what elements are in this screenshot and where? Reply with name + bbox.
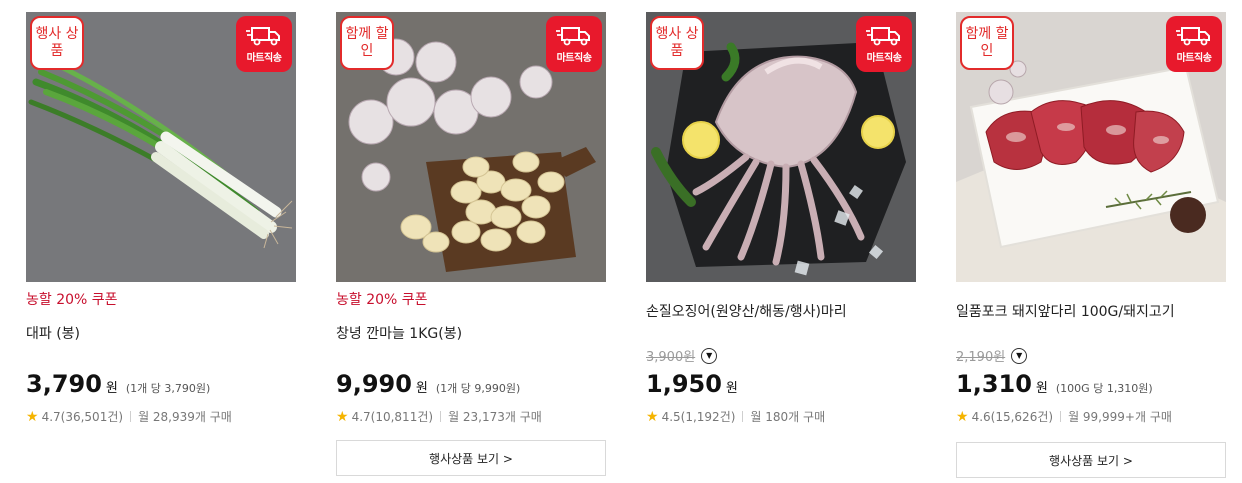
- product-card[interactable]: 함께 할인 마트직송: [336, 12, 606, 282]
- product-name[interactable]: 손질오징어(원양산/해동/행사)마리: [646, 301, 847, 321]
- product-image[interactable]: 행사 상품 마트직송: [646, 12, 916, 282]
- rating-value: 4.5: [661, 409, 681, 424]
- rating-value: 4.6: [971, 409, 991, 424]
- review-count: (10,811건): [370, 410, 434, 424]
- original-price: 2,190원 ▼: [956, 346, 1028, 365]
- price-value: 3,790: [26, 370, 102, 398]
- original-price-value: 3,900원: [646, 350, 696, 365]
- price: 3,790 원 (1개 당 3,790원): [26, 370, 210, 398]
- price-value: 1,310: [956, 370, 1032, 398]
- event-badge: 행사 상품: [650, 16, 704, 70]
- product-name[interactable]: 창녕 깐마늘 1KG(봉): [336, 323, 462, 343]
- mart-delivery-badge: 마트직송: [236, 16, 292, 72]
- monthly-purchases: 월 99,999+개 구매: [1068, 410, 1172, 424]
- chevron-down-icon[interactable]: ▼: [701, 347, 718, 364]
- rating-row: ★ 4.6 (15,626건) 월 99,999+개 구매: [956, 408, 1172, 425]
- truck-icon: [246, 26, 280, 45]
- unit-price: (1개 당 9,990원): [435, 382, 521, 395]
- unit-price: (100G 당 1,310원): [1055, 382, 1153, 395]
- price-value: 9,990: [336, 370, 412, 398]
- star-icon: ★: [956, 408, 969, 425]
- coupon-label: 농할 20% 쿠폰: [336, 292, 428, 308]
- unit-price: (1개 당 3,790원): [125, 382, 211, 395]
- review-count: (36,501건): [60, 410, 124, 424]
- event-badge: 함께 할인: [340, 16, 394, 70]
- rating-row: ★ 4.7 (10,811건) 월 23,173개 구매: [336, 408, 542, 425]
- delivery-label: 마트직송: [246, 52, 282, 64]
- event-badge: 행사 상품: [30, 16, 84, 70]
- monthly-purchases: 월 23,173개 구매: [448, 410, 542, 424]
- delivery-label: 마트직송: [866, 52, 902, 64]
- star-icon: ★: [26, 408, 39, 425]
- delivery-label: 마트직송: [556, 52, 592, 64]
- currency-unit: 원: [725, 381, 738, 396]
- price: 1,950 원: [646, 370, 738, 398]
- product-name[interactable]: 대파 (봉): [26, 323, 80, 343]
- rating-value: 4.7: [41, 409, 61, 424]
- original-price: 3,900원 ▼: [646, 346, 718, 365]
- truck-icon: [556, 26, 590, 45]
- price-value: 1,950: [646, 370, 722, 398]
- view-event-products-button[interactable]: 행사상품 보기 >: [336, 440, 606, 476]
- rating-row: ★ 4.7 (36,501건) 월 28,939개 구매: [26, 408, 232, 425]
- review-count: (1,192건): [680, 410, 736, 424]
- rating-value: 4.7: [351, 409, 371, 424]
- original-price-value: 2,190원: [956, 350, 1006, 365]
- divider: [130, 411, 132, 422]
- product-image[interactable]: 행사 상품 마트직송: [26, 12, 296, 282]
- price: 9,990 원 (1개 당 9,990원): [336, 370, 520, 398]
- product-card[interactable]: 행사 상품 마트직송: [26, 12, 296, 282]
- product-card[interactable]: 행사 상품 마트직송: [646, 12, 916, 282]
- mart-delivery-badge: 마트직송: [546, 16, 602, 72]
- mart-delivery-badge: 마트직송: [856, 16, 912, 72]
- product-image[interactable]: 함께 할인 마트직송: [956, 12, 1226, 282]
- star-icon: ★: [336, 408, 349, 425]
- monthly-purchases: 월 180개 구매: [750, 410, 826, 424]
- truck-icon: [866, 26, 900, 45]
- event-badge: 함께 할인: [960, 16, 1014, 70]
- chevron-down-icon[interactable]: ▼: [1011, 347, 1028, 364]
- divider: [440, 411, 442, 422]
- currency-unit: 원: [415, 381, 428, 396]
- divider: [1060, 411, 1062, 422]
- coupon-label: 농할 20% 쿠폰: [26, 292, 118, 308]
- truck-icon: [1176, 26, 1210, 45]
- star-icon: ★: [646, 408, 659, 425]
- rating-row: ★ 4.5 (1,192건) 월 180개 구매: [646, 408, 825, 425]
- divider: [742, 411, 744, 422]
- mart-delivery-badge: 마트직송: [1166, 16, 1222, 72]
- currency-unit: 원: [105, 381, 118, 396]
- delivery-label: 마트직송: [1176, 52, 1212, 64]
- price: 1,310 원 (100G 당 1,310원): [956, 370, 1153, 398]
- monthly-purchases: 월 28,939개 구매: [138, 410, 232, 424]
- product-name[interactable]: 일품포크 돼지앞다리 100G/돼지고기: [956, 301, 1175, 321]
- review-count: (15,626건): [990, 410, 1054, 424]
- product-card[interactable]: 함께 할인 마트직송: [956, 12, 1226, 282]
- view-event-products-button[interactable]: 행사상품 보기 >: [956, 442, 1226, 478]
- currency-unit: 원: [1035, 381, 1048, 396]
- product-image[interactable]: 함께 할인 마트직송: [336, 12, 606, 282]
